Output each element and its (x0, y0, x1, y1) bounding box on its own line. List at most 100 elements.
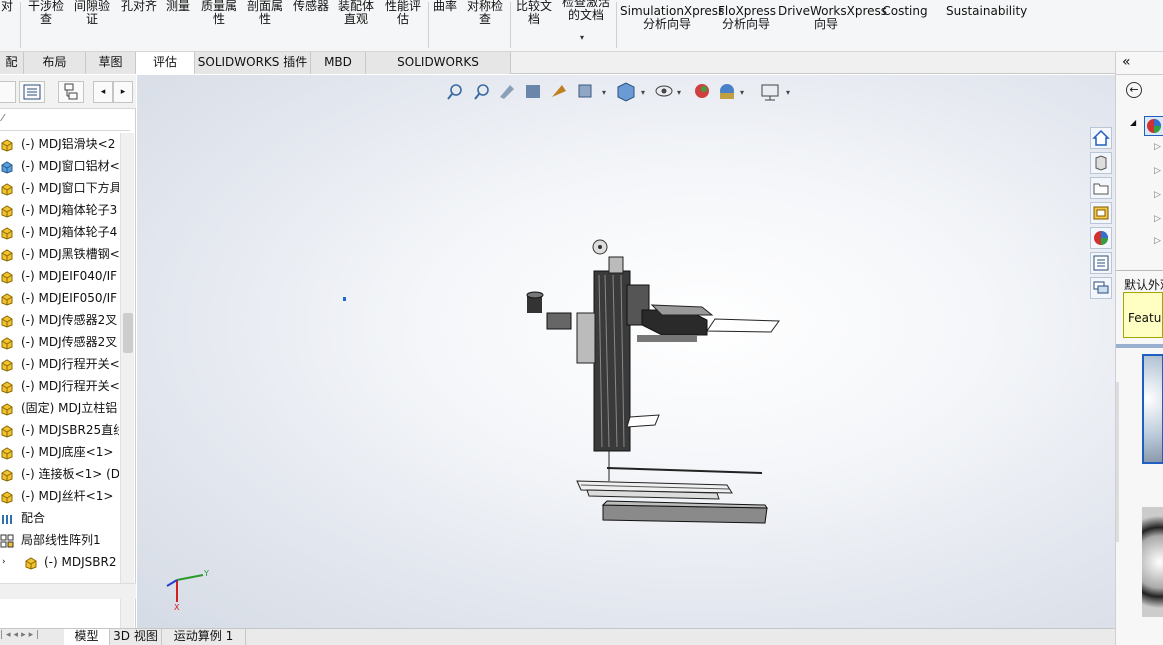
tree-item[interactable]: (-) MDJ丝杆<1> (0, 485, 119, 507)
tab-assembly[interactable]: 配体 (0, 52, 24, 90)
minimize-icon[interactable]: — (1035, 75, 1048, 76)
hide-show-icon[interactable] (655, 85, 673, 97)
assembly-model[interactable] (517, 235, 787, 535)
dynamic-annotation-icon[interactable] (552, 85, 566, 97)
symmetry-check-button[interactable]: 对称检 查 (464, 0, 506, 26)
tree-item[interactable]: (-) MDJ底座<1> (0, 441, 119, 463)
appearance-swatch[interactable] (1142, 354, 1163, 464)
sustainability-button[interactable]: Sustainability (946, 5, 1027, 18)
tree-item-pattern[interactable]: 局部线性阵列1 (0, 529, 119, 551)
check-active-document-button[interactable]: 检查激活 的文档 (558, 0, 614, 22)
expand-arrow-icon[interactable]: ▷ (1154, 214, 1161, 224)
assemblyxpert-button[interactable]: 装配体 直观 (334, 0, 378, 26)
view-palette-icon[interactable] (1090, 202, 1112, 224)
interference-check-button[interactable]: 干涉检 查 (26, 0, 66, 26)
view-orientation-icon[interactable] (578, 84, 592, 98)
performance-evaluation-button[interactable]: 性能评 估 (382, 0, 424, 26)
back-icon[interactable]: ← (1126, 82, 1142, 98)
display-style-icon[interactable] (617, 82, 635, 102)
compare-documents-button[interactable]: 比较文 档 (514, 0, 554, 26)
collapse-icon[interactable]: « (1122, 54, 1131, 70)
zoom-area-icon[interactable] (474, 84, 489, 100)
expand-arrow-icon[interactable]: ◢ (1130, 118, 1136, 127)
tree-item[interactable]: (-) MDJ铝滑块<2 (0, 133, 119, 155)
window-tile-left-icon[interactable]: ◧ (983, 75, 995, 76)
tree-item[interactable]: (-) MDJEIF040/IF (0, 265, 119, 287)
tab-mbd[interactable]: MBD (311, 52, 366, 74)
mass-properties-button[interactable]: 质量属 性 (198, 0, 240, 26)
design-library-icon[interactable] (1090, 152, 1112, 174)
tab-evaluate[interactable]: 评估 (136, 52, 195, 74)
tree-item[interactable]: (-) MDJ窗口下方具 (0, 177, 119, 199)
part-icon (24, 555, 38, 570)
task-pane-scrollbar[interactable] (1116, 382, 1119, 542)
appearances-icon[interactable] (1090, 227, 1112, 249)
tree-item-mates[interactable]: 配合 (0, 507, 119, 529)
tree-item[interactable]: (-) MDJ传感器2叉 (0, 331, 119, 353)
tree-item[interactable]: (-) MDJSBR25直线 (0, 419, 119, 441)
chevron-right-icon[interactable]: ▸ (113, 81, 133, 103)
window-tile-right-icon[interactable]: ◨ (1009, 75, 1021, 76)
tab-model[interactable]: 模型 (64, 629, 110, 645)
costing-button[interactable]: Costing (880, 5, 930, 18)
tree-item[interactable]: (-) MDJ箱体轮子3 (0, 199, 119, 221)
tab-scroll-arrows-icon[interactable]: |◂◂▸▸| (0, 630, 62, 644)
measure-button[interactable]: 测量 (163, 0, 193, 13)
apply-scene-icon[interactable] (720, 84, 734, 99)
home-icon[interactable] (1090, 127, 1112, 149)
zoom-to-fit-icon[interactable] (447, 84, 462, 100)
tree-item[interactable]: (-) MDJ传感器2叉 (0, 309, 119, 331)
tree-item[interactable]: (固定) MDJ立柱铝 (0, 397, 119, 419)
chevron-down-icon[interactable]: ▾ (580, 33, 584, 42)
curvature-button[interactable]: 曲率 (431, 0, 459, 13)
appearance-swatch[interactable] (1142, 507, 1163, 617)
tab-solidworks-addins[interactable]: SOLIDWORKS 插件 (195, 52, 311, 74)
expand-arrow-icon[interactable]: ▷ (1154, 236, 1161, 246)
tree-horizontal-scrollbar[interactable] (0, 583, 136, 599)
expand-arrow-icon[interactable]: ▷ (1154, 166, 1161, 176)
section-properties-button[interactable]: 剖面属 性 (244, 0, 286, 26)
tree-item[interactable]: (-) MDJ行程开关< (0, 353, 119, 375)
scroll-thumb[interactable] (123, 313, 133, 353)
clearance-check-button[interactable]: 间隙验 证 (72, 0, 112, 26)
forum-icon[interactable] (1090, 277, 1112, 299)
tree-item[interactable]: (-) 连接板<1> (D (0, 463, 119, 485)
expand-arrow-icon[interactable]: ▷ (1154, 142, 1161, 152)
simulationxpress-button[interactable]: SimulationXpress 分析向导 (620, 5, 724, 31)
tab-3d-view[interactable]: 3D 视图 (110, 629, 162, 645)
heads-up-view-toolbar[interactable]: ▾ ▾ ▾ ▾ ▾ (444, 81, 804, 103)
appearances-folder[interactable] (1144, 116, 1163, 136)
floxpress-button[interactable]: FloXpress 分析向导 (718, 5, 776, 31)
feature-tree-tab-icon[interactable] (0, 81, 16, 103)
edit-appearance-icon[interactable] (695, 84, 709, 98)
tree-item[interactable]: (-) MDJ黑铁槽钢< (0, 243, 119, 265)
graphics-viewport[interactable]: ▾ ▾ ▾ ▾ ▾ ◧ ◨ — ❐ ✕ (137, 75, 1115, 628)
custom-properties-icon[interactable] (1090, 252, 1112, 274)
tree-item[interactable]: (-) MDJ窗口铝材< (0, 155, 119, 177)
close-icon[interactable]: ✕ (1085, 75, 1097, 77)
tab-sketch[interactable]: 草图 (86, 52, 136, 74)
section-view-icon[interactable] (526, 85, 540, 98)
tree-item[interactable]: (-) MDJ行程开关< (0, 375, 119, 397)
configuration-manager-tab-icon[interactable] (58, 81, 84, 103)
tab-motion-study[interactable]: 运动算例 1 (162, 629, 246, 645)
driveworksxpress-button[interactable]: DriveWorksXpress 向导 (778, 5, 887, 31)
property-manager-tab-icon[interactable] (19, 81, 45, 103)
view-settings-icon[interactable] (761, 84, 779, 101)
tree-item-pattern-child[interactable]: › (-) MDJSBR2 (2, 551, 119, 573)
chevron-left-icon[interactable]: ◂ (93, 81, 113, 103)
divider (1116, 74, 1163, 75)
restore-icon[interactable]: ❐ (1059, 75, 1071, 76)
file-explorer-icon[interactable] (1090, 177, 1112, 199)
sensor-button[interactable]: 传感器 (290, 0, 332, 13)
expand-arrow-icon[interactable]: ▷ (1154, 190, 1161, 200)
expand-arrow-icon[interactable]: › (2, 551, 6, 573)
tab-layout[interactable]: 布局 (24, 52, 86, 74)
hole-alignment-button[interactable]: 孔对齐 (118, 0, 160, 13)
tree-item[interactable]: (-) MDJEIF050/IF (0, 287, 119, 309)
tree-vertical-scrollbar[interactable] (120, 133, 134, 633)
previous-view-icon[interactable] (500, 85, 514, 99)
tab-solidworks-inspection[interactable]: SOLIDWORKS Inspection (366, 52, 511, 90)
tree-filter[interactable]: ⁄ (0, 109, 130, 131)
tree-item[interactable]: (-) MDJ箱体轮子4 (0, 221, 119, 243)
